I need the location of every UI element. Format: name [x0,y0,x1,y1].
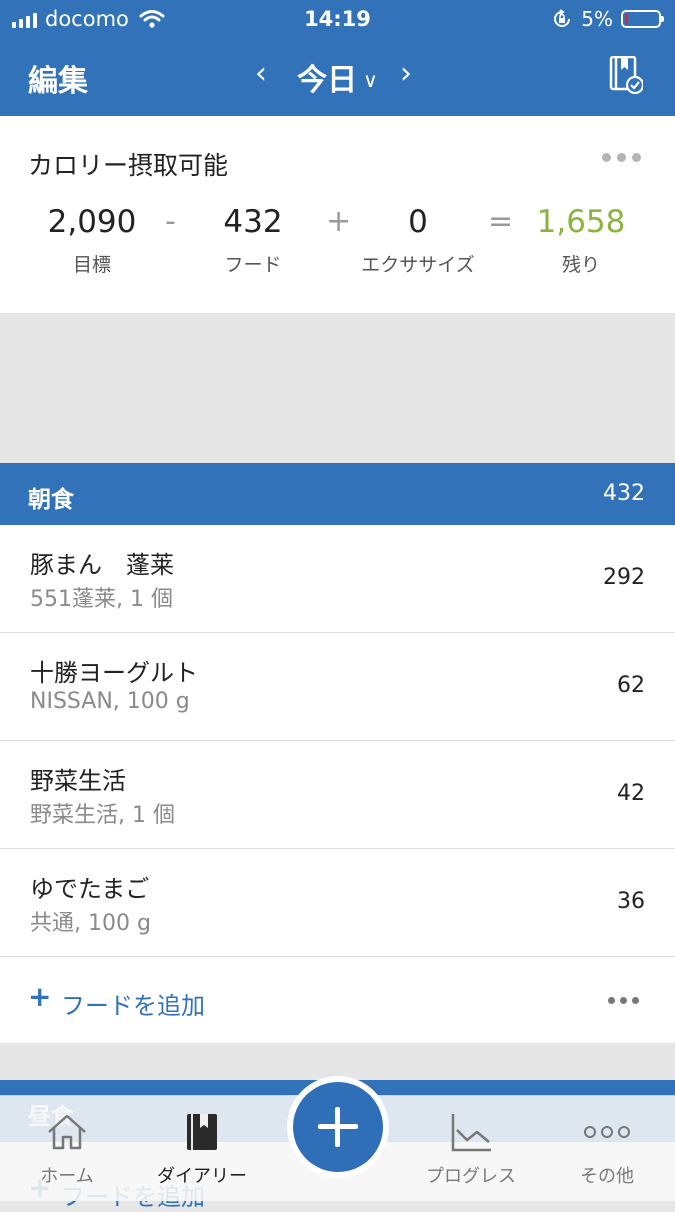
next-day-button[interactable]: › [400,56,412,91]
add-food-row: + フードを追加 [0,957,675,1043]
status-right: 5% [551,7,664,31]
exercise-value: 0 [408,204,428,240]
food-label: フード [224,254,282,276]
battery-icon [621,10,664,28]
meal-name: 朝食 [28,487,74,513]
diary-complete-icon[interactable] [609,56,643,94]
calorie-title: カロリー摂取可能 [28,151,229,180]
food-desc: 551蓬莱, 1 個 [30,587,173,612]
date-selector[interactable]: 今日 ∨ [0,55,675,99]
meal-total: 432 [603,481,645,506]
food-desc: 野菜生活, 1 個 [30,803,175,828]
calorie-summary-card: カロリー摂取可能 2,090 目標 - 432 フード + 0 エクササイズ =… [0,116,675,313]
food-calories: 62 [617,673,645,698]
tab-progress[interactable]: プログレス [411,1096,531,1188]
goal-value: 2,090 [47,204,137,240]
remaining-label: 残り [561,254,600,276]
nav-bar: 編集 ‹ 今日 ∨ › [0,38,675,116]
diary-icon [187,1114,217,1150]
food-row[interactable]: 野菜生活 野菜生活, 1 個 42 [0,741,675,849]
food-row[interactable]: ゆでたまご 共通, 100 g 36 [0,849,675,957]
progress-icon [451,1114,491,1152]
food-value: 432 [223,204,283,240]
status-bar: docomo 14:19 5% [0,0,675,38]
food-name: ゆでたまご [30,875,150,903]
remaining-value: 1,658 [536,204,626,240]
goal-label: 目標 [72,254,111,276]
minus-sign: - [165,204,176,239]
food-calories: 292 [603,565,645,590]
quick-add-button[interactable] [287,1076,389,1178]
food-name: 豚まん 蓬莱 [30,551,174,579]
tab-more[interactable]: その他 [547,1096,667,1188]
tab-diary[interactable]: ダイアリー [142,1096,262,1188]
food-desc: 共通, 100 g [30,911,151,936]
tab-label: プログレス [426,1166,516,1187]
more-options-icon[interactable] [608,997,639,1004]
rotation-lock-icon [554,9,571,27]
breakfast-header[interactable]: 朝食 432 [0,463,675,525]
food-list: 豚まん 蓬莱 551蓬莱, 1 個 292 十勝ヨーグルト NISSAN, 10… [0,525,675,1043]
food-name: 野菜生活 [30,767,126,795]
food-calories: 42 [617,781,645,806]
tab-label: ホーム [40,1166,94,1187]
food-name: 十勝ヨーグルト [30,659,198,687]
add-food-button[interactable]: フードを追加 [61,986,205,1021]
remaining-block: 1,658 残り [526,204,636,277]
date-label: 今日 [297,63,358,98]
exercise-label: エクササイズ [361,254,475,276]
chevron-down-icon: ∨ [363,68,378,92]
exercise-block: 0 エクササイズ [348,204,488,277]
tab-label: その他 [580,1166,634,1187]
food-desc: NISSAN, 100 g [30,689,190,714]
food-row[interactable]: 豚まん 蓬莱 551蓬莱, 1 個 292 [0,525,675,633]
food-block: 432 フード [203,204,303,277]
battery-percent: 5% [581,7,613,31]
more-options-icon[interactable] [602,153,641,162]
home-icon [48,1114,86,1150]
tab-home[interactable]: ホーム [7,1096,127,1188]
food-calories: 36 [617,889,645,914]
more-icon [584,1126,630,1138]
plus-icon [293,1082,383,1172]
goal-block: 2,090 目標 [42,204,142,277]
food-row[interactable]: 十勝ヨーグルト NISSAN, 100 g 62 [0,633,675,741]
tab-label: ダイアリー [157,1166,247,1187]
equals-sign: = [488,204,514,239]
add-icon: + [28,980,52,1013]
